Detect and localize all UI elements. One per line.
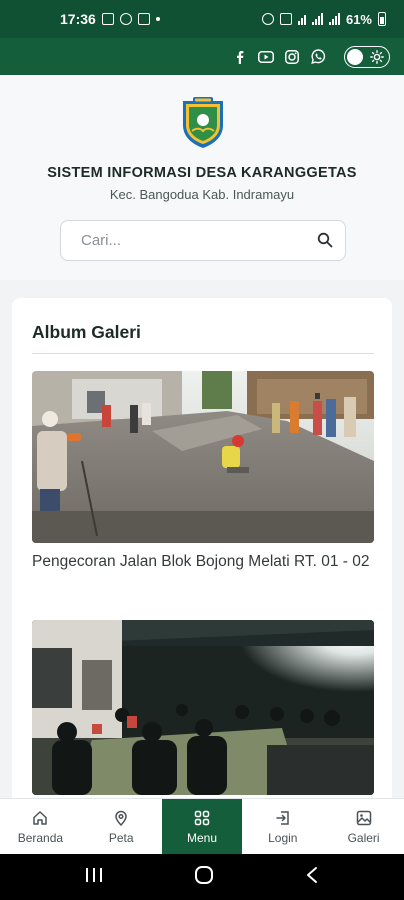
system-navigation-bar bbox=[0, 854, 404, 900]
site-title: SISTEM INFORMASI DESA KARANGGETAS bbox=[47, 165, 357, 181]
gallery-icon bbox=[355, 809, 373, 827]
signal-icon-2 bbox=[328, 13, 340, 25]
nav-peta[interactable]: Peta bbox=[81, 799, 162, 854]
nav-label: Peta bbox=[108, 830, 134, 845]
status-time: 17:36 bbox=[60, 11, 96, 27]
nav-galeri[interactable]: Galeri bbox=[323, 799, 404, 854]
home-button[interactable] bbox=[194, 865, 214, 890]
more-notifications-icon bbox=[155, 17, 160, 21]
search-icon[interactable] bbox=[317, 232, 335, 250]
search-input[interactable] bbox=[61, 221, 291, 260]
nav-login[interactable]: Login bbox=[242, 799, 323, 854]
nav-beranda[interactable]: Beranda bbox=[0, 799, 81, 854]
divider bbox=[32, 353, 374, 354]
facebook-icon[interactable] bbox=[232, 49, 248, 65]
status-bar: 17:36 61% bbox=[0, 0, 404, 38]
recent-apps-button[interactable] bbox=[85, 867, 103, 888]
nav-label: Menu bbox=[186, 830, 217, 845]
nav-label: Beranda bbox=[17, 830, 64, 845]
back-button[interactable] bbox=[305, 866, 319, 889]
grid-icon bbox=[193, 809, 211, 827]
nav-label: Galeri bbox=[347, 830, 380, 845]
alarm-icon bbox=[261, 13, 274, 25]
battery-percentage: 61% bbox=[345, 11, 372, 27]
battery-icon bbox=[378, 12, 386, 26]
top-social-bar bbox=[0, 38, 404, 75]
village-logo[interactable] bbox=[180, 95, 226, 149]
login-icon bbox=[274, 809, 292, 827]
instagram-icon[interactable] bbox=[284, 49, 300, 65]
home-icon bbox=[31, 809, 49, 827]
wifi-icon bbox=[297, 13, 306, 25]
map-pin-icon bbox=[112, 809, 130, 827]
mute-icon bbox=[279, 13, 292, 25]
signal-icon-1 bbox=[311, 13, 323, 25]
search-box bbox=[60, 220, 346, 261]
toggle-knob bbox=[347, 48, 363, 65]
gallery-notification-icon bbox=[101, 13, 114, 25]
gallery-photo-road-casting[interactable] bbox=[32, 371, 374, 543]
nav-menu[interactable]: Menu bbox=[161, 799, 243, 854]
whatsapp-icon[interactable] bbox=[310, 49, 326, 65]
youtube-icon[interactable] bbox=[258, 49, 274, 65]
bottom-nav: Beranda Peta Menu Login Galeri bbox=[0, 798, 404, 854]
gallery-photo-night-gathering[interactable] bbox=[32, 620, 374, 795]
nav-label: Login bbox=[268, 830, 298, 845]
site-subtitle: Kec. Bangodua Kab. Indramayu bbox=[109, 187, 295, 202]
message-notification-icon bbox=[137, 13, 150, 25]
whatsapp-notification-icon bbox=[119, 13, 132, 25]
gallery-title: Album Galeri bbox=[32, 322, 141, 342]
theme-toggle[interactable] bbox=[344, 45, 390, 69]
site-header: SISTEM INFORMASI DESA KARANGGETAS Kec. B… bbox=[0, 75, 404, 280]
gallery-caption[interactable]: Pengecoran Jalan Blok Bojong Melati RT. … bbox=[32, 550, 378, 574]
sun-icon bbox=[370, 49, 384, 69]
